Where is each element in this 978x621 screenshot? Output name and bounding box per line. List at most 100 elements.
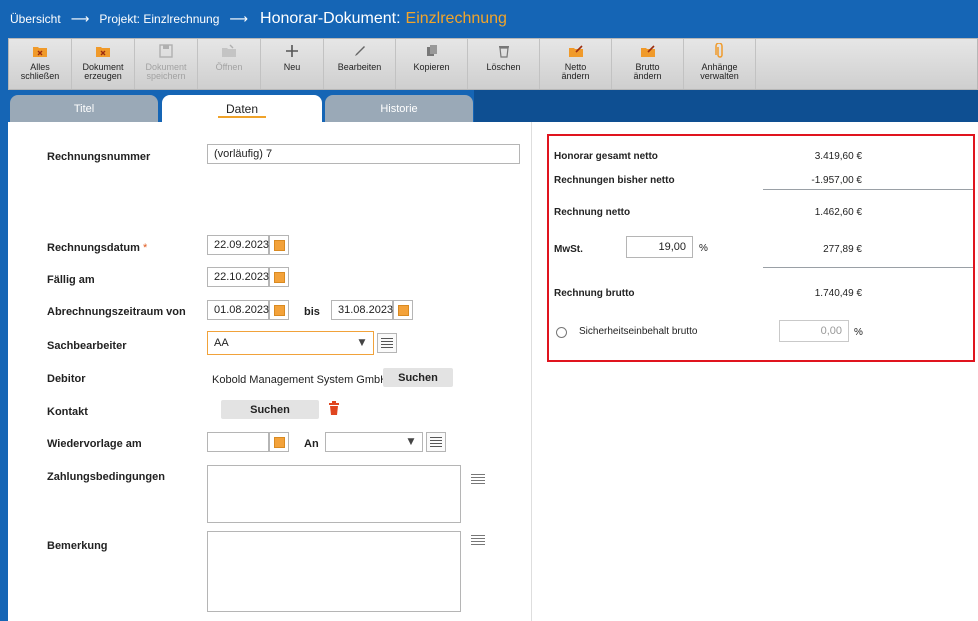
plus-icon [284,43,300,59]
bisher-value: -1.957,00 € [811,175,862,186]
tab-daten[interactable]: Daten [162,95,322,122]
calendar-icon[interactable] [269,267,289,287]
copy-label: Kopieren [413,62,450,72]
list-icon[interactable] [471,474,485,486]
save-document-label: Dokument speichern [145,62,187,81]
required-mark: * [142,242,148,254]
mwst-value: 277,89 € [823,244,862,255]
new-button[interactable]: Neu [261,39,324,89]
trash-icon[interactable] [328,401,340,420]
pencil-icon [352,43,368,59]
kontakt-label: Kontakt [47,406,88,418]
active-tab-indicator [218,116,266,118]
rechnungsnummer-label: Rechnungsnummer [47,151,151,163]
zahlungsbedingungen-label: Zahlungsbedingungen [47,471,165,483]
tab-daten-label: Daten [225,101,259,116]
folder-create-icon [95,43,111,59]
app-window: Übersicht ⟶ Projekt: Einzlrechnung ⟶ Hon… [0,0,978,621]
chevron-down-icon[interactable]: ▼ [401,432,421,452]
mwst-rate-input[interactable]: 19,00 [626,236,693,258]
rechnungsnummer-input[interactable]: (vorläufig) 7 [207,144,520,164]
calendar-icon[interactable] [269,235,289,255]
bis-label: bis [304,306,320,318]
zeitraum-label: Abrechnungszeitraum von [47,306,186,318]
sum-line [763,189,973,190]
list-icon[interactable] [426,432,446,452]
calendar-icon[interactable] [393,300,413,320]
wiedervorlage-label: Wiedervorlage am [47,438,142,450]
paperclip-icon [712,43,728,59]
manage-attachments-label: Anhänge verwalten [700,62,739,81]
bemerkung-textarea[interactable] [207,531,461,612]
change-gross-label: Brutto ändern [633,62,662,81]
netto-value: 1.462,60 € [814,207,862,218]
list-icon[interactable] [377,333,397,353]
faellig-input[interactable]: 22.10.2023 [207,267,269,287]
honorar-gesamt-label: Honorar gesamt netto [554,151,658,162]
tab-historie[interactable]: Historie [325,95,473,122]
sicherheit-input[interactable]: 0,00 [779,320,849,342]
sum-line [763,267,973,268]
sachbearbeiter-select[interactable]: AA [207,331,374,355]
create-document-button[interactable]: Dokument erzeugen [72,39,135,89]
document-name: Einzlrechnung [405,10,507,27]
delete-label: Löschen [486,62,521,72]
debitor-value: Kobold Management System GmbH [212,374,389,386]
sachbearbeiter-label: Sachbearbeiter [47,340,127,352]
tab-titel-label: Titel [73,102,95,115]
tab-titel[interactable]: Titel [10,95,158,122]
zeitraum-von-input[interactable]: 01.08.2023 [207,300,269,320]
breadcrumb-project[interactable]: Projekt: Einzlrechnung [99,12,219,26]
save-document-button[interactable]: Dokument speichern [135,39,198,89]
close-all-label: Alles schließen [20,62,60,81]
document-title: Honorar-Dokument: [260,10,401,27]
open-button[interactable]: Öffnen [198,39,261,89]
netto-label: Rechnung netto [554,207,631,218]
mwst-label: MwSt. [554,244,583,255]
list-icon[interactable] [471,535,485,547]
wiedervorlage-input[interactable] [207,432,269,452]
tab-bar-strip [474,90,978,122]
change-net-button[interactable]: Netto ändern [540,39,612,89]
kontakt-search-button[interactable]: Suchen [221,400,319,419]
breadcrumb-overview[interactable]: Übersicht [10,12,61,26]
change-gross-button[interactable]: Brutto ändern [612,39,684,89]
content-divider [531,122,532,621]
tab-bar: Titel Daten Historie [8,90,978,122]
debitor-label: Debitor [47,373,86,385]
zeitraum-bis-input[interactable]: 31.08.2023 [331,300,393,320]
rechnungsdatum-label: Rechnungsdatum * [47,242,147,254]
close-all-button[interactable]: Alles schließen [9,39,72,89]
zahlungsbedingungen-textarea[interactable] [207,465,461,523]
rechnungsdatum-label-text: Rechnungsdatum [47,242,140,254]
invoice-summary-panel: Honorar gesamt netto 3.419,60 € Rechnung… [547,134,975,362]
new-label: Neu [283,62,301,72]
manage-attachments-button[interactable]: Anhänge verwalten [684,39,756,89]
calendar-icon[interactable] [269,432,289,452]
folder-edit-icon [640,43,656,59]
breadcrumb: Übersicht ⟶ Projekt: Einzlrechnung ⟶ Hon… [0,0,978,38]
sicherheit-radio[interactable] [556,327,567,338]
tab-historie-label: Historie [380,102,418,115]
change-net-label: Netto ändern [561,62,590,81]
trash-icon [496,43,512,59]
honorar-gesamt-value: 3.419,60 € [814,151,862,162]
bisher-label: Rechnungen bisher netto [554,175,675,186]
edit-button[interactable]: Bearbeiten [324,39,396,89]
calendar-icon[interactable] [269,300,289,320]
brutto-label: Rechnung brutto [554,288,635,299]
mwst-percent: % [699,243,708,254]
rechnungsdatum-input[interactable]: 22.09.2023 [207,235,269,255]
debitor-search-button[interactable]: Suchen [383,368,453,387]
delete-button[interactable]: Löschen [468,39,540,89]
sicherheit-percent: % [854,327,863,338]
an-label: An [304,438,319,450]
edit-label: Bearbeiten [337,62,382,72]
open-label: Öffnen [215,62,243,72]
faellig-label: Fällig am [47,274,95,286]
bemerkung-label: Bemerkung [47,540,108,552]
breadcrumb-arrow-icon: ⟶ [229,11,249,27]
chevron-down-icon[interactable]: ▼ [352,333,372,353]
toolbar: Alles schließen Dokument erzeugen Dokume… [8,38,978,90]
copy-button[interactable]: Kopieren [396,39,468,89]
